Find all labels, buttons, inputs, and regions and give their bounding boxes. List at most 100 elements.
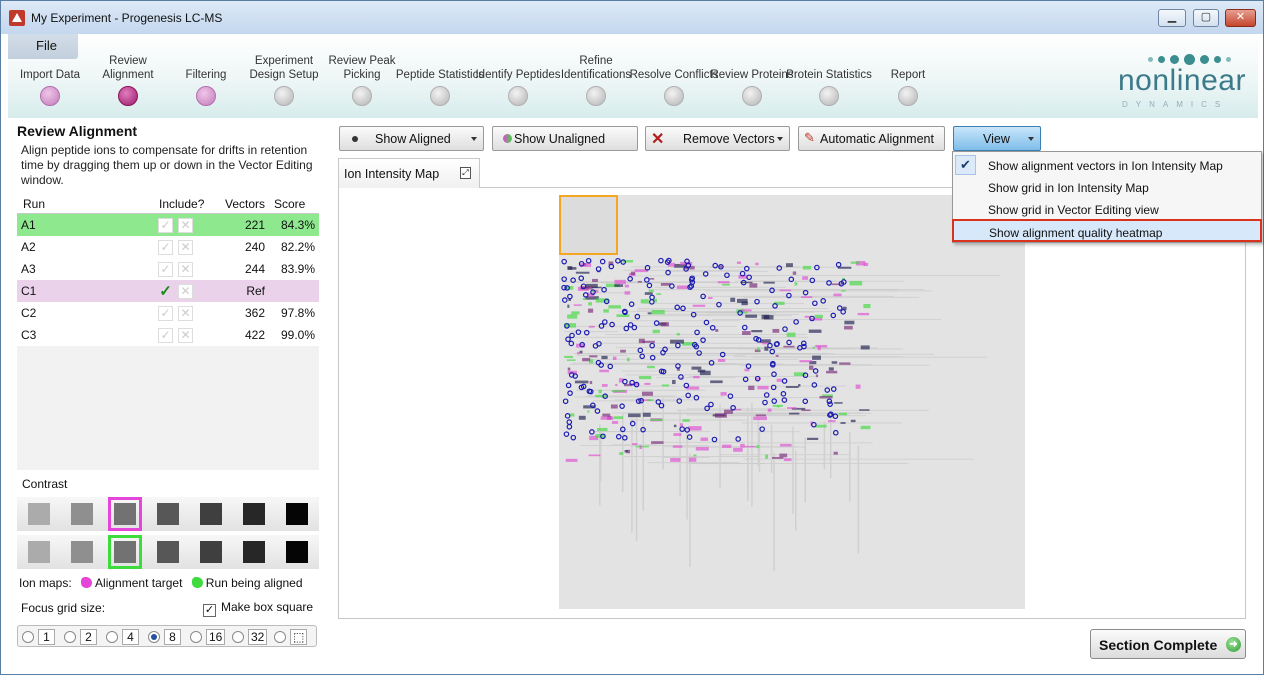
- exclude-x-icon[interactable]: ✕: [178, 328, 193, 343]
- radio-icon[interactable]: [106, 631, 118, 643]
- workflow-stage-dot-icon[interactable]: [118, 86, 138, 106]
- workflow-stage-dot-icon[interactable]: [742, 86, 762, 106]
- make-box-square-checkbox[interactable]: ✓ Make box square: [203, 600, 313, 617]
- include-check-icon[interactable]: ✓: [158, 306, 173, 321]
- contrast-swatch[interactable]: [28, 541, 50, 563]
- view-menu-item[interactable]: Show grid in Ion Intensity Map: [953, 176, 1261, 198]
- workflow-stage-dot-icon[interactable]: [898, 86, 918, 106]
- grid-size-custom-option[interactable]: ⬚: [274, 629, 308, 645]
- workflow-stage[interactable]: Import Data: [5, 52, 95, 106]
- include-check-icon[interactable]: ✓: [158, 262, 173, 277]
- map-smear: [770, 424, 773, 473]
- table-row[interactable]: A2 ✓ ✕ 240 82.2%: [17, 236, 319, 258]
- radio-icon[interactable]: [274, 631, 286, 643]
- tab-ion-intensity-map[interactable]: Ion Intensity Map ⤢: [338, 158, 480, 188]
- contrast-swatch[interactable]: [157, 503, 179, 525]
- contrast-swatch[interactable]: [108, 497, 142, 531]
- grid-size-option[interactable]: 2: [64, 629, 97, 645]
- section-complete-button[interactable]: Section Complete ➜: [1090, 629, 1246, 659]
- map-feature: [601, 384, 608, 387]
- contrast-swatch[interactable]: [286, 503, 308, 525]
- workflow-stage-label: Peptide Statistics: [395, 69, 485, 81]
- workflow-stage-dot-icon[interactable]: [586, 86, 606, 106]
- workflow-stage-label: Resolve Conflicts: [629, 69, 719, 81]
- contrast-swatch[interactable]: [28, 503, 50, 525]
- radio-icon[interactable]: [148, 631, 160, 643]
- minimize-button[interactable]: ▁: [1158, 9, 1186, 27]
- contrast-swatch[interactable]: [286, 541, 308, 563]
- workflow-stage[interactable]: Review Alignment: [83, 52, 173, 106]
- contrast-swatch[interactable]: [71, 503, 93, 525]
- exclude-x-icon[interactable]: ✕: [178, 284, 193, 299]
- radio-icon[interactable]: [190, 631, 202, 643]
- include-check-icon[interactable]: ✓: [158, 218, 173, 233]
- ion-intensity-map[interactable]: [559, 195, 1025, 609]
- workflow-stage-dot-icon[interactable]: [196, 86, 216, 106]
- map-feature: [828, 367, 834, 371]
- popout-icon[interactable]: ⤢: [460, 167, 471, 179]
- show-unaligned-button[interactable]: Show Unaligned: [492, 126, 638, 151]
- workflow-stage-dot-icon[interactable]: [352, 86, 372, 106]
- include-check-icon[interactable]: ✓: [158, 240, 173, 255]
- radio-icon[interactable]: [64, 631, 76, 643]
- remove-vectors-button[interactable]: ✕ Remove Vectors: [645, 126, 790, 151]
- workflow-stage-dot-icon[interactable]: [664, 86, 684, 106]
- exclude-x-icon[interactable]: ✕: [178, 306, 193, 321]
- contrast-swatch[interactable]: [108, 535, 142, 569]
- workflow-stage[interactable]: Review Peak Picking: [317, 52, 407, 106]
- maximize-button[interactable]: ▢: [1193, 9, 1219, 27]
- map-feature: [640, 299, 649, 304]
- workflow-stage-dot-icon[interactable]: [430, 86, 450, 106]
- map-feature: [599, 369, 610, 373]
- contrast-swatch[interactable]: [157, 541, 179, 563]
- grid-size-option[interactable]: 4: [106, 629, 139, 645]
- close-button[interactable]: ✕: [1225, 9, 1256, 27]
- map-streak: [710, 266, 850, 268]
- contrast-swatch[interactable]: [71, 541, 93, 563]
- workflow-stage-dot-icon[interactable]: [274, 86, 294, 106]
- radio-icon[interactable]: [22, 631, 34, 643]
- include-check-icon[interactable]: ✓: [158, 328, 173, 343]
- workflow-stage[interactable]: Identify Peptides: [473, 52, 563, 106]
- workflow-stage[interactable]: Filtering: [161, 52, 251, 106]
- map-feature: [801, 409, 811, 412]
- workflow-stage[interactable]: Experiment Design Setup: [239, 52, 329, 106]
- view-menu-button[interactable]: View: [953, 126, 1041, 151]
- workflow-stage[interactable]: Protein Statistics: [784, 52, 874, 106]
- map-feature: [740, 443, 745, 448]
- table-row[interactable]: C3 ✓ ✕ 422 99.0%: [17, 324, 319, 346]
- workflow-stage-dot-icon[interactable]: [508, 86, 528, 106]
- include-check-icon[interactable]: ✓: [158, 284, 173, 299]
- workflow-stage[interactable]: Report: [863, 52, 953, 106]
- contrast-swatch[interactable]: [200, 541, 222, 563]
- contrast-swatch[interactable]: [200, 503, 222, 525]
- radio-icon[interactable]: [232, 631, 244, 643]
- automatic-alignment-button[interactable]: ✎ Automatic Alignment: [798, 126, 945, 151]
- table-row[interactable]: A3 ✓ ✕ 244 83.9%: [17, 258, 319, 280]
- exclude-x-icon[interactable]: ✕: [178, 218, 193, 233]
- workflow-stage-dot-icon[interactable]: [819, 86, 839, 106]
- exclude-x-icon[interactable]: ✕: [178, 262, 193, 277]
- map-feature: [744, 445, 756, 448]
- workflow-stage[interactable]: Resolve Conflicts: [629, 52, 719, 106]
- table-row[interactable]: A1 ✓ ✕ 221 84.3%: [17, 214, 319, 236]
- view-menu-item[interactable]: Show grid in Vector Editing view: [953, 198, 1261, 220]
- grid-size-option[interactable]: 16: [190, 629, 226, 645]
- workflow-stage-dot-icon[interactable]: [40, 86, 60, 106]
- grid-size-option[interactable]: 1: [22, 629, 55, 645]
- grid-size-option[interactable]: 32: [232, 629, 268, 645]
- workflow-stage[interactable]: Peptide Statistics: [395, 52, 485, 106]
- contrast-swatch[interactable]: [243, 541, 265, 563]
- view-menu-item[interactable]: ✔ Show alignment vectors in Ion Intensity…: [953, 154, 1261, 176]
- map-feature: [630, 271, 636, 276]
- highlight-box: [952, 219, 1262, 242]
- show-aligned-button[interactable]: Show Aligned: [339, 126, 484, 151]
- grid-size-option[interactable]: 8: [148, 629, 181, 645]
- workflow-stage[interactable]: Refine Identifications: [551, 52, 641, 106]
- map-feature: [841, 290, 846, 292]
- table-row[interactable]: C2 ✓ ✕ 362 97.8%: [17, 302, 319, 324]
- table-row[interactable]: C1 ✓ ✕ Ref: [17, 280, 319, 302]
- contrast-swatch[interactable]: [243, 503, 265, 525]
- map-feature: [815, 374, 819, 378]
- exclude-x-icon[interactable]: ✕: [178, 240, 193, 255]
